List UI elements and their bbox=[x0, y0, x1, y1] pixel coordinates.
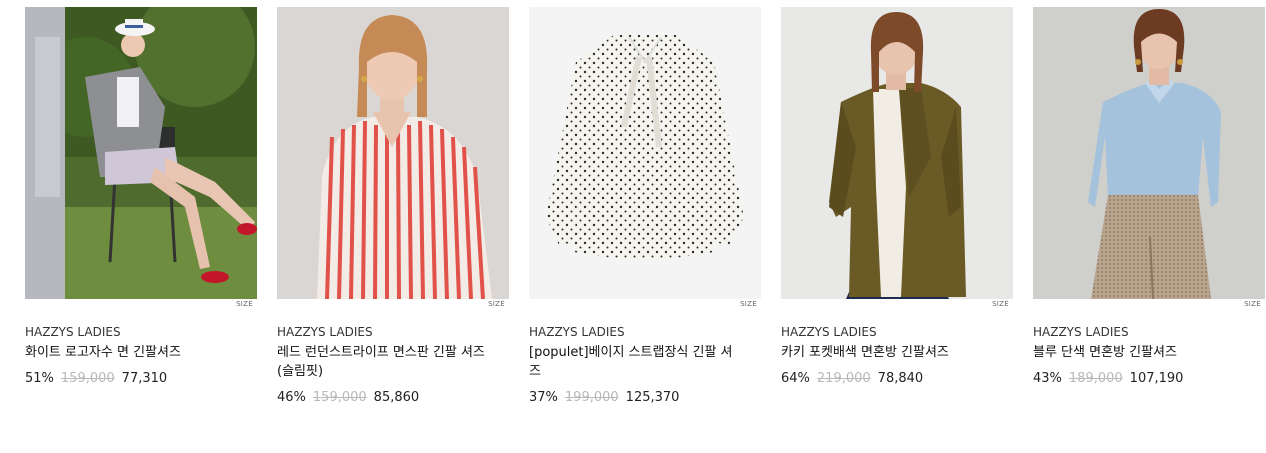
product-name[interactable]: 블루 단색 면혼방 긴팔셔즈 bbox=[1033, 343, 1243, 362]
sale-price: 125,370 bbox=[625, 390, 680, 405]
discount-rate: 43% bbox=[1033, 371, 1062, 386]
sale-price: 107,190 bbox=[1129, 371, 1184, 386]
product-image[interactable] bbox=[529, 7, 761, 299]
product-image[interactable] bbox=[781, 7, 1013, 299]
original-price: 159,000 bbox=[60, 371, 115, 386]
product-name[interactable]: [populet]베이지 스트랩장식 긴팔 셔즈 bbox=[529, 343, 739, 381]
product-image[interactable] bbox=[277, 7, 509, 299]
product-card[interactable]: SIZE HAZZYS LADIES 카키 포켓배색 면혼방 긴팔셔즈 64% 2… bbox=[781, 7, 1013, 387]
product-image[interactable] bbox=[1033, 7, 1265, 299]
size-label[interactable]: SIZE bbox=[236, 300, 253, 308]
product-grid: SIZE HAZZYS LADIES 화이트 로고자수 면 긴팔셔즈 51% 15… bbox=[0, 0, 1266, 453]
price-row: 51% 159,000 77,310 bbox=[25, 370, 257, 387]
discount-rate: 64% bbox=[781, 371, 810, 386]
discount-rate: 37% bbox=[529, 390, 558, 405]
product-name[interactable]: 카키 포켓배색 면혼방 긴팔셔즈 bbox=[781, 343, 991, 362]
original-price: 189,000 bbox=[1068, 371, 1123, 386]
price-row: 46% 159,000 85,860 bbox=[277, 389, 509, 406]
price-row: 43% 189,000 107,190 bbox=[1033, 370, 1265, 387]
size-label[interactable]: SIZE bbox=[1244, 300, 1261, 308]
original-price: 159,000 bbox=[312, 390, 367, 405]
product-card[interactable]: SIZE HAZZYS LADIES 레드 런던스트라이프 면스판 긴팔 셔즈(… bbox=[277, 7, 509, 406]
price-row: 64% 219,000 78,840 bbox=[781, 370, 1013, 387]
sale-price: 77,310 bbox=[121, 371, 168, 386]
product-brand: HAZZYS LADIES bbox=[529, 325, 625, 339]
sale-price: 78,840 bbox=[877, 371, 924, 386]
original-price: 199,000 bbox=[564, 390, 619, 405]
original-price: 219,000 bbox=[816, 371, 871, 386]
product-name[interactable]: 화이트 로고자수 면 긴팔셔즈 bbox=[25, 343, 235, 362]
product-image[interactable] bbox=[25, 7, 257, 299]
price-row: 37% 199,000 125,370 bbox=[529, 389, 761, 406]
product-brand: HAZZYS LADIES bbox=[25, 325, 121, 339]
discount-rate: 51% bbox=[25, 371, 54, 386]
discount-rate: 46% bbox=[277, 390, 306, 405]
product-card[interactable]: SIZE HAZZYS LADIES 화이트 로고자수 면 긴팔셔즈 51% 15… bbox=[25, 7, 257, 387]
product-brand: HAZZYS LADIES bbox=[781, 325, 877, 339]
sale-price: 85,860 bbox=[373, 390, 420, 405]
product-brand: HAZZYS LADIES bbox=[1033, 325, 1129, 339]
product-name[interactable]: 레드 런던스트라이프 면스판 긴팔 셔즈(슬림핏) bbox=[277, 343, 487, 381]
product-card[interactable]: SIZE HAZZYS LADIES [populet]베이지 스트랩장식 긴팔… bbox=[529, 7, 761, 406]
size-label[interactable]: SIZE bbox=[740, 300, 757, 308]
product-brand: HAZZYS LADIES bbox=[277, 325, 373, 339]
product-card[interactable]: SIZE HAZZYS LADIES 블루 단색 면혼방 긴팔셔즈 43% 189… bbox=[1033, 7, 1265, 387]
size-label[interactable]: SIZE bbox=[488, 300, 505, 308]
size-label[interactable]: SIZE bbox=[992, 300, 1009, 308]
